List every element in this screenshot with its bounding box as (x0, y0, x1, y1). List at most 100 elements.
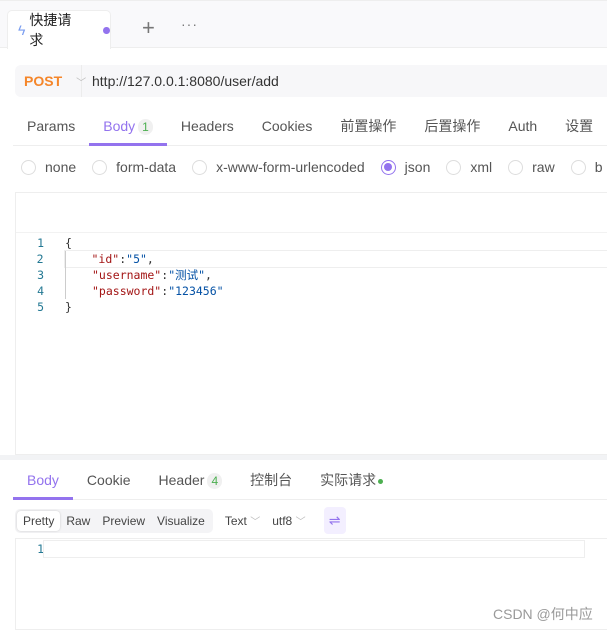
line-number: 3 (37, 268, 44, 282)
line-text: "id":"5", (63, 250, 607, 268)
tab-label: 后置操作 (424, 118, 481, 134)
url-input[interactable]: http://127.0.0.1:8080/user/add (82, 73, 279, 89)
radio-circle-icon (380, 159, 396, 175)
json-key: "id" (91, 252, 120, 266)
line-text: } (65, 300, 72, 314)
tab-label: Body (103, 118, 136, 134)
json-key: "username" (92, 268, 162, 282)
tab-label: Headers (180, 118, 234, 134)
line-text: { (65, 236, 72, 250)
tab-label: Auth (508, 118, 538, 134)
tab-label: Cookies (261, 118, 313, 134)
view-raw[interactable]: Raw (60, 511, 96, 531)
line-number: 4 (37, 284, 44, 298)
line-number: 2 (36, 252, 44, 266)
tab-label: Cookie (86, 472, 131, 488)
radio-circle-icon (570, 159, 586, 175)
radio-label: none (45, 159, 77, 175)
json-value: "5" (126, 252, 147, 266)
encoding-select[interactable]: utf8 ﹀ (272, 513, 305, 528)
pane-divider[interactable] (0, 455, 607, 460)
radio-label: form-data (116, 159, 177, 175)
code-lines: 1{2 "id":"5", 3 "username":"测试", 4 "password"… (16, 233, 607, 315)
unsaved-dot-icon (103, 26, 110, 34)
view-pretty[interactable]: Pretty (17, 510, 61, 531)
tab-request_tabs-2[interactable]: Headers (167, 110, 248, 146)
tab-response_tabs-4[interactable]: 实际请求 (306, 464, 397, 500)
status-dot-icon (378, 478, 384, 484)
more-icon[interactable]: ··· (181, 16, 198, 32)
tab-badge: 1 (138, 119, 153, 135)
line-text: "username":"测试", (65, 267, 212, 283)
radio-label: xml (470, 159, 493, 175)
editor-toolbar (16, 193, 607, 233)
radio-label: raw (532, 159, 555, 175)
code-line: 2 "id":"5", (16, 250, 607, 268)
line-number: 1 (37, 236, 44, 250)
tab-request_tabs-4[interactable]: 前置操作 (326, 110, 410, 146)
view-visualize[interactable]: Visualize (151, 511, 211, 531)
response-tabs: Body Cookie Header 4 控制台 实际请求 (13, 464, 607, 500)
watermark: CSDN @何中应 (493, 606, 593, 622)
tab-label: Body (27, 472, 59, 488)
radio-circle-icon (21, 159, 36, 175)
tab-label: 控制台 (250, 472, 293, 488)
line-number: 1 (37, 542, 44, 556)
request-tab[interactable]: ϟ 快捷请求 (7, 10, 111, 49)
tab-label: Header (158, 472, 205, 488)
tab-request_tabs-0[interactable]: Params (13, 110, 89, 146)
tab-label: 实际请求 (320, 472, 377, 488)
method-label: POST (24, 73, 63, 89)
method-select[interactable]: POST ﹀ (15, 65, 86, 97)
radio-b[interactable]: b (570, 159, 603, 175)
request-tabs: Params Body 1 Headers Cookies 前置操作 后置操作 Auth 设置 (13, 110, 607, 146)
radio-label: b (594, 159, 603, 175)
tab-response_tabs-1[interactable]: Cookie (73, 464, 145, 500)
word-wrap-icon[interactable]: ⇌ (323, 507, 346, 534)
radio-none[interactable]: none (21, 159, 76, 175)
request-tab-label: 快捷请求 (29, 12, 72, 48)
tab-label: Params (27, 118, 76, 134)
json-key: "password" (92, 284, 162, 298)
url-bar: POST ﹀ http://127.0.0.1:8080/user/add (15, 65, 607, 97)
tab-request_tabs-3[interactable]: Cookies (248, 110, 327, 146)
code-line: 1{ (16, 235, 607, 251)
tab-label: 前置操作 (340, 118, 397, 134)
line-text: "password":"123456" (65, 283, 224, 299)
tab-request_tabs-6[interactable]: Auth (494, 110, 551, 146)
body-editor[interactable]: 1{2 "id":"5", 3 "username":"测试", 4 "password"… (15, 192, 607, 455)
tab-response_tabs-3[interactable]: 控制台 (236, 464, 306, 500)
format-select[interactable]: Text ﹀ (225, 513, 260, 528)
code-line: 4 "password":"123456" (16, 283, 607, 299)
tab-label: 设置 (565, 118, 594, 134)
json-punct: , (205, 268, 212, 282)
radio-json[interactable]: json (380, 159, 431, 175)
radio-circle-icon (446, 159, 462, 175)
radio-x-www-form-urlencoded[interactable]: x-www-form-urlencoded (192, 159, 365, 175)
radio-xml[interactable]: xml (446, 159, 492, 175)
tab-badge: 4 (207, 473, 223, 489)
add-tab-icon[interactable]: + (142, 15, 155, 41)
radio-circle-icon (508, 159, 524, 175)
tab-response_tabs-0[interactable]: Body (13, 464, 73, 500)
tab-request_tabs-5[interactable]: 后置操作 (410, 110, 494, 146)
radio-label: json (404, 159, 431, 175)
tab-response_tabs-2[interactable]: Header 4 (145, 464, 237, 500)
code-line: 3 "username":"测试", (16, 267, 607, 283)
json-value: "123456" (168, 284, 224, 298)
radio-form-data[interactable]: form-data (92, 159, 176, 175)
body-type-radios: none form-data x-www-form-urlencoded json xm… (21, 159, 607, 175)
radio-raw[interactable]: raw (508, 159, 555, 175)
lightning-icon: ϟ (18, 22, 26, 38)
radio-label: x-www-form-urlencoded (216, 159, 365, 175)
tab-request_tabs-1[interactable]: Body 1 (89, 110, 167, 146)
json-punct: , (146, 252, 154, 266)
code-line: 5} (16, 299, 607, 315)
radio-circle-icon (192, 159, 208, 175)
view-preview[interactable]: Preview (96, 511, 151, 531)
tab-request_tabs-7[interactable]: 设置 (551, 110, 607, 146)
response-toolbar: Pretty Raw Preview Visualize Text ﹀ utf8 ﹀ … (15, 507, 346, 534)
radio-circle-icon (92, 159, 108, 175)
json-value: "测试" (168, 268, 206, 282)
line-number: 5 (37, 300, 44, 314)
